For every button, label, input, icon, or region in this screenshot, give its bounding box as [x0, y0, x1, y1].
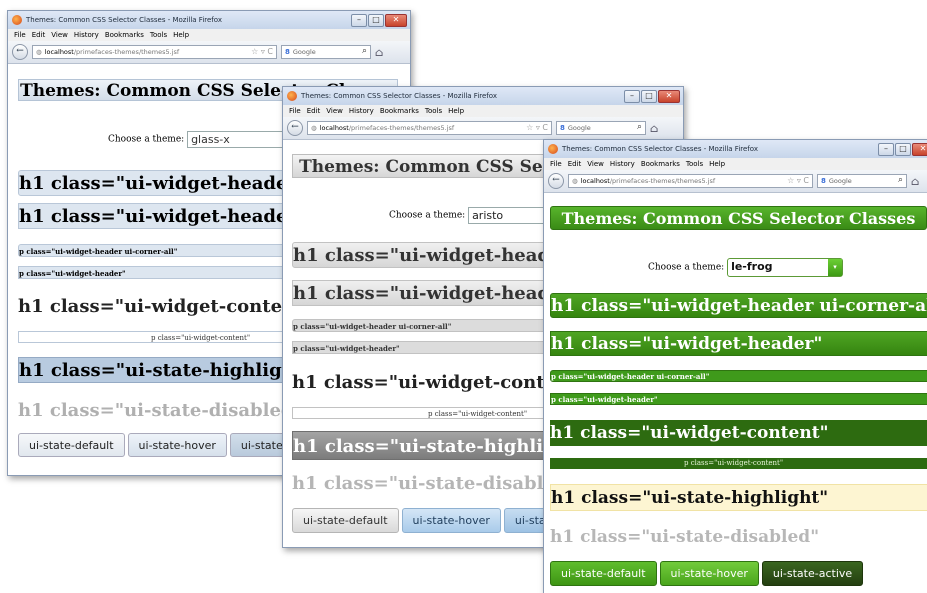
browser-window-le-frog: Themes: Common CSS Selector Classes - Mo… — [543, 139, 927, 593]
search-input[interactable]: 8 Google ⌕ — [281, 45, 371, 59]
p-widget-header: p class="ui-widget-header" — [550, 393, 927, 405]
menu-tools[interactable]: Tools — [425, 107, 442, 115]
url-bar[interactable]: ◍ localhost/primefaces-themes/themes5.js… — [307, 121, 552, 135]
menu-bookmarks[interactable]: Bookmarks — [380, 107, 419, 115]
theme-label: Choose a theme: — [648, 262, 725, 273]
maximize-button[interactable]: □ — [895, 143, 911, 156]
home-icon[interactable]: ⌂ — [911, 175, 919, 188]
menu-help[interactable]: Help — [709, 160, 725, 168]
minimize-button[interactable]: – — [351, 14, 367, 27]
state-active-button[interactable]: ui-state-active — [761, 561, 864, 586]
menu-history[interactable]: History — [349, 107, 374, 115]
menu-help[interactable]: Help — [173, 31, 189, 39]
theme-select[interactable]: le-frog ▾ — [727, 258, 844, 277]
home-icon[interactable]: ⌂ — [650, 122, 658, 135]
state-default-button[interactable]: ui-state-default — [292, 508, 399, 533]
navigation-bar: ← ◍ localhost/primefaces-themes/themes5.… — [544, 170, 927, 193]
google-icon: 8 — [821, 177, 826, 185]
menu-help[interactable]: Help — [448, 107, 464, 115]
title-bar: Themes: Common CSS Selector Classes - Mo… — [544, 140, 927, 158]
state-default-button[interactable]: ui-state-default — [18, 433, 125, 457]
p-widget-content: p class="ui-widget-content" — [550, 458, 927, 469]
title-bar: Themes: Common CSS Selector Classes - Mo… — [283, 87, 683, 105]
globe-icon: ◍ — [36, 48, 42, 56]
window-controls: – □ ✕ — [624, 90, 680, 103]
theme-select[interactable]: glass-x — [187, 131, 298, 148]
minimize-button[interactable]: – — [878, 143, 894, 156]
h1-widget-content: h1 class="ui-widget-content" — [550, 420, 927, 446]
page-title: Themes: Common CSS Selector Classes — [550, 206, 927, 230]
maximize-button[interactable]: □ — [368, 14, 384, 27]
window-title: Themes: Common CSS Selector Classes - Mo… — [26, 16, 222, 24]
navigation-bar: ← ◍ localhost/primefaces-themes/themes5.… — [283, 117, 683, 140]
back-arrow-icon[interactable]: ← — [287, 120, 303, 136]
close-button[interactable]: ✕ — [385, 14, 407, 27]
theme-label: Choose a theme: — [389, 210, 466, 221]
menu-file[interactable]: File — [289, 107, 301, 115]
h1-widget-header: h1 class="ui-widget-header" — [550, 331, 927, 356]
state-hover-button[interactable]: ui-state-hover — [401, 508, 501, 533]
theme-chooser: Choose a theme: le-frog ▾ — [648, 258, 848, 277]
menu-edit[interactable]: Edit — [307, 107, 321, 115]
menu-view[interactable]: View — [51, 31, 68, 39]
home-icon[interactable]: ⌂ — [375, 46, 383, 59]
h1-widget-header-corner: h1 class="ui-widget-header ui-corner-all… — [550, 293, 927, 318]
menu-edit[interactable]: Edit — [32, 31, 46, 39]
menu-file[interactable]: File — [550, 160, 562, 168]
h1-state-highlight: h1 class="ui-state-highlight" — [550, 484, 927, 511]
window-controls: – □ ✕ — [351, 14, 407, 27]
firefox-icon — [287, 91, 297, 101]
theme-label: Choose a theme: — [108, 134, 185, 145]
search-icon[interactable]: ⌕ — [898, 175, 903, 185]
bookmark-star-icon[interactable]: ☆ ▿ C — [251, 47, 273, 56]
dropdown-chevron-icon[interactable]: ▾ — [828, 259, 843, 276]
menu-bar: File Edit View History Bookmarks Tools H… — [544, 158, 927, 170]
firefox-icon — [548, 144, 558, 154]
menu-tools[interactable]: Tools — [686, 160, 703, 168]
window-title: Themes: Common CSS Selector Classes - Mo… — [301, 92, 497, 100]
back-arrow-icon[interactable]: ← — [12, 44, 28, 60]
menu-view[interactable]: View — [587, 160, 604, 168]
bookmark-star-icon[interactable]: ☆ ▿ C — [787, 176, 809, 185]
google-icon: 8 — [285, 48, 290, 56]
menu-bookmarks[interactable]: Bookmarks — [105, 31, 144, 39]
menu-file[interactable]: File — [14, 31, 26, 39]
url-bar[interactable]: ◍ localhost/primefaces-themes/themes5.js… — [568, 174, 813, 188]
google-icon: 8 — [560, 124, 565, 132]
close-button[interactable]: ✕ — [912, 143, 927, 156]
minimize-button[interactable]: – — [624, 90, 640, 103]
menu-history[interactable]: History — [74, 31, 99, 39]
page-content: Themes: Common CSS Selector Classes Choo… — [544, 192, 927, 593]
menu-bar: File Edit View History Bookmarks Tools H… — [283, 105, 683, 117]
search-input[interactable]: 8 Google ⌕ — [556, 121, 646, 135]
back-arrow-icon[interactable]: ← — [548, 173, 564, 189]
bookmark-star-icon[interactable]: ☆ ▿ C — [526, 123, 548, 132]
state-default-button[interactable]: ui-state-default — [550, 561, 657, 586]
state-buttons: ui-state-default ui-state-hover ui-state… — [550, 561, 927, 586]
search-icon[interactable]: ⌕ — [362, 46, 367, 56]
title-bar: Themes: Common CSS Selector Classes - Mo… — [8, 11, 410, 29]
firefox-icon — [12, 15, 22, 25]
menu-edit[interactable]: Edit — [568, 160, 582, 168]
menu-history[interactable]: History — [610, 160, 635, 168]
window-controls: – □ ✕ — [878, 143, 927, 156]
globe-icon: ◍ — [311, 124, 317, 132]
window-title: Themes: Common CSS Selector Classes - Mo… — [562, 145, 758, 153]
h1-state-disabled: h1 class="ui-state-disabled" — [550, 527, 820, 547]
state-hover-button[interactable]: ui-state-hover — [127, 433, 227, 457]
navigation-bar: ← ◍ localhost/primefaces-themes/themes5.… — [8, 41, 410, 64]
search-icon[interactable]: ⌕ — [637, 122, 642, 132]
p-widget-header-corner: p class="ui-widget-header ui-corner-all" — [550, 370, 927, 382]
maximize-button[interactable]: □ — [641, 90, 657, 103]
url-bar[interactable]: ◍ localhost/primefaces-themes/themes5.js… — [32, 45, 277, 59]
menu-tools[interactable]: Tools — [150, 31, 167, 39]
menu-bookmarks[interactable]: Bookmarks — [641, 160, 680, 168]
menu-bar: File Edit View History Bookmarks Tools H… — [8, 29, 410, 41]
globe-icon: ◍ — [572, 177, 578, 185]
close-button[interactable]: ✕ — [658, 90, 680, 103]
search-input[interactable]: 8 Google ⌕ — [817, 174, 907, 188]
state-hover-button[interactable]: ui-state-hover — [659, 561, 759, 586]
menu-view[interactable]: View — [326, 107, 343, 115]
